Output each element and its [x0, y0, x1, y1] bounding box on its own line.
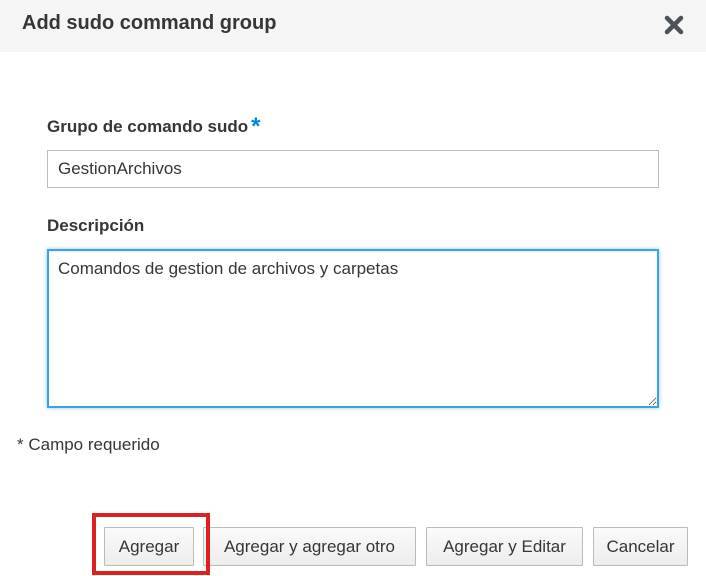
- modal-header: Add sudo command group: [0, 0, 706, 52]
- modal-title: Add sudo command group: [22, 12, 277, 34]
- close-icon: [664, 15, 684, 35]
- add-button[interactable]: Agregar: [104, 527, 194, 566]
- description-textarea[interactable]: Comandos de gestion de archivos y carpet…: [47, 249, 659, 408]
- description-label: Descripción: [47, 216, 145, 235]
- group-label-text: Grupo de comando sudo: [47, 117, 249, 136]
- group-name-input[interactable]: [47, 150, 659, 188]
- group-label: Grupo de comando sudo *: [47, 113, 261, 140]
- cancel-button[interactable]: Cancelar: [593, 527, 688, 566]
- add-and-edit-button[interactable]: Agregar y Editar: [426, 527, 583, 566]
- required-note: * Campo requerido: [17, 435, 160, 454]
- required-star: *: [251, 113, 261, 140]
- close-button[interactable]: [660, 11, 688, 39]
- add-another-button[interactable]: Agregar y agregar otro: [203, 527, 416, 566]
